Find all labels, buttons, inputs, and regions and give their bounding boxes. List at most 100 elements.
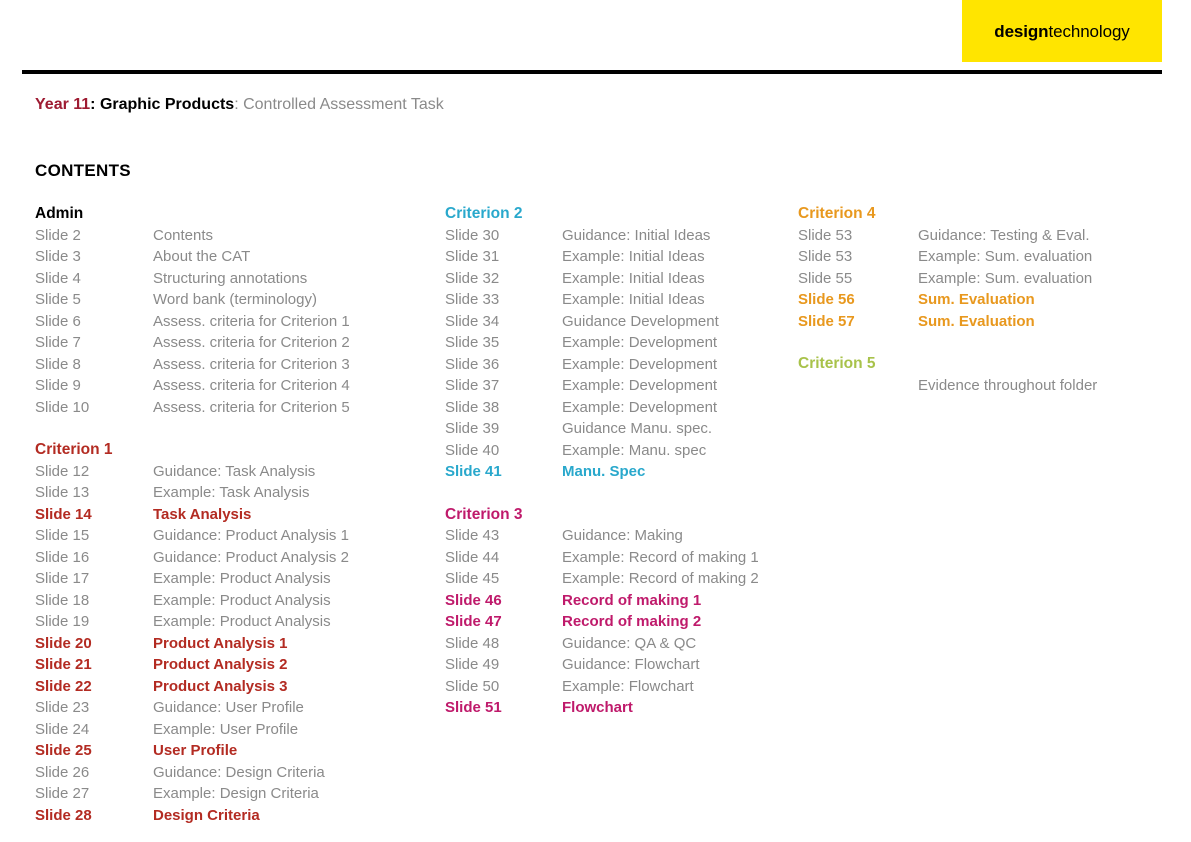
contents-row[interactable]: Evidence throughout folder <box>798 375 1158 397</box>
contents-row[interactable]: Slide 8 Assess. criteria for Criterion 3 <box>35 354 435 376</box>
slide-description: Example: Record of making 1 <box>562 548 759 566</box>
contents-row[interactable]: Slide 34 Guidance Development <box>445 311 795 333</box>
contents-row[interactable]: Slide 4 Structuring annotations <box>35 268 435 290</box>
slide-number: Slide 39 <box>445 420 500 437</box>
slide-description: Product Analysis 2 <box>153 656 288 673</box>
contents-row[interactable]: Slide 13 Example: Task Analysis <box>35 482 435 504</box>
slide-description: Guidance: User Profile <box>153 699 304 716</box>
section-title: Criterion 3 <box>445 505 523 523</box>
contents-row[interactable]: Slide 45 Example: Record of making 2 <box>445 568 795 590</box>
slide-description: Guidance: QA & QC <box>562 634 697 652</box>
slide-description: Product Analysis 1 <box>153 634 288 652</box>
contents-row[interactable]: Slide 18 Example: Product Analysis <box>35 590 435 612</box>
slide-description: Example: Initial Ideas <box>562 248 705 265</box>
contents-row[interactable]: Slide 14 Task Analysis <box>35 504 435 526</box>
contents-row[interactable]: Slide 23 Guidance: User Profile <box>35 697 435 719</box>
contents-row[interactable]: Slide 31 Example: Initial Ideas <box>445 246 795 268</box>
contents-row[interactable]: Slide 48 Guidance: QA & QC <box>445 633 795 655</box>
contents-row[interactable]: Slide 43 Guidance: Making <box>445 525 795 547</box>
contents-row[interactable]: Slide 40 Example: Manu. spec <box>445 440 795 462</box>
slide-number: Slide 25 <box>35 742 92 759</box>
contents-row[interactable]: Slide 47 Record of making 2 <box>445 611 795 633</box>
slide-description: Assess. criteria for Criterion 4 <box>153 377 350 394</box>
slide-number: Slide 5 <box>35 291 81 308</box>
section-title: Criterion 1 <box>35 441 113 458</box>
contents-row[interactable]: Slide 21 Product Analysis 2 <box>35 654 435 676</box>
slide-description: Assess. criteria for Criterion 2 <box>153 334 350 351</box>
slide-description: Product Analysis 3 <box>153 677 288 695</box>
slide-description: Evidence throughout folder <box>918 376 1098 394</box>
contents-row[interactable]: Slide 6 Assess. criteria for Criterion 1 <box>35 311 435 333</box>
section-title: Admin <box>35 205 84 222</box>
contents-row[interactable]: Slide 30 Guidance: Initial Ideas <box>445 225 795 247</box>
contents-row[interactable]: Slide 35 Example: Development <box>445 332 795 354</box>
contents-section: Criterion 2 Slide 30 Guidance: Initial Ide… <box>445 203 795 483</box>
contents-row[interactable]: Slide 27 Example: Design Criteria <box>35 783 435 805</box>
slide-number: Slide 55 <box>798 269 853 287</box>
contents-row[interactable]: Slide 41 Manu. Spec <box>445 461 795 483</box>
title-subject: Graphic Products <box>99 96 235 113</box>
slide-number: Slide 49 <box>445 656 500 673</box>
contents-row[interactable]: Slide 17 Example: Product Analysis <box>35 568 435 590</box>
slide-number: Slide 34 <box>445 312 500 330</box>
contents-row[interactable]: Slide 57 Sum. Evaluation <box>798 311 1158 333</box>
slide-number: Slide 20 <box>35 634 92 652</box>
contents-row[interactable]: Slide 37 Example: Development <box>445 375 795 397</box>
contents-row[interactable]: Slide 3 About the CAT <box>35 246 435 268</box>
contents-row[interactable]: Slide 32 Example: Initial Ideas <box>445 268 795 290</box>
title-task: Controlled Assessment Task <box>243 96 444 113</box>
contents-row[interactable]: Slide 39 Guidance Manu. spec. <box>445 418 795 440</box>
section-title: Criterion 2 <box>445 205 523 222</box>
slide-description: Record of making 1 <box>562 591 702 609</box>
slide-number: Slide 13 <box>35 484 90 501</box>
title-year: Year 11 <box>35 96 91 113</box>
contents-row[interactable]: Slide 50 Example: Flowchart <box>445 676 795 698</box>
slide-description: Example: User Profile <box>153 720 299 738</box>
contents-row[interactable]: Slide 7 Assess. criteria for Criterion 2 <box>35 332 435 354</box>
contents-row[interactable]: Slide 2 Contents <box>35 225 435 247</box>
contents-row[interactable]: Slide 44 Example: Record of making 1 <box>445 547 795 569</box>
contents-row[interactable]: Slide 10 Assess. criteria for Criterion 5 <box>35 397 435 419</box>
slide-number: Slide 21 <box>35 656 92 673</box>
contents-row[interactable]: Slide 5 Word bank (terminology) <box>35 289 435 311</box>
contents-row[interactable]: Slide 36 Example: Development <box>445 354 795 376</box>
contents-row[interactable]: Slide 28 Design Criteria <box>35 805 435 827</box>
slide-description: Guidance: Product Analysis 1 <box>153 527 349 544</box>
slide-description: Example: Sum. evaluation <box>918 269 1093 287</box>
slide-description: Example: Product Analysis <box>153 570 331 587</box>
contents-row[interactable]: Slide 15 Guidance: Product Analysis 1 <box>35 525 435 547</box>
contents-row[interactable]: Slide 46 Record of making 1 <box>445 590 795 612</box>
contents-row[interactable]: Slide 53 Example: Sum. evaluation <box>798 246 1158 268</box>
slide-description: Guidance: Making <box>562 527 683 544</box>
contents-heading: CONTENTS <box>35 161 131 180</box>
slide-number: Slide 36 <box>445 355 500 373</box>
slide-description: Example: Task Analysis <box>153 484 310 501</box>
contents-row[interactable]: Slide 26 Guidance: Design Criteria <box>35 762 435 784</box>
contents-row[interactable]: Slide 16 Guidance: Product Analysis 2 <box>35 547 435 569</box>
slide-number: Slide 4 <box>35 269 81 287</box>
contents-row[interactable]: Slide 22 Product Analysis 3 <box>35 676 435 698</box>
contents-row[interactable]: Slide 38 Example: Development <box>445 397 795 419</box>
contents-row[interactable]: Slide 56 Sum. Evaluation <box>798 289 1158 311</box>
slide-number <box>798 375 918 397</box>
contents-row[interactable]: Slide 33 Example: Initial Ideas <box>445 289 795 311</box>
contents-row[interactable]: Slide 25 User Profile <box>35 740 435 762</box>
contents-row[interactable]: Slide 19 Example: Product Analysis <box>35 611 435 633</box>
slide-number: Slide 19 <box>35 613 90 630</box>
slide-description: Example: Initial Ideas <box>562 269 705 287</box>
slide-description: Record of making 2 <box>562 613 702 630</box>
contents-row[interactable]: Slide 53 Guidance: Testing & Eval. <box>798 225 1158 247</box>
contents-row[interactable]: Slide 55 Example: Sum. evaluation <box>798 268 1158 290</box>
contents-row[interactable]: Slide 20 Product Analysis 1 <box>35 633 435 655</box>
title-year-separator: : <box>90 96 100 113</box>
slide-description: Sum. Evaluation <box>918 312 1035 330</box>
slide-number: Slide 40 <box>445 441 500 459</box>
slide-number: Slide 23 <box>35 699 90 716</box>
contents-row[interactable]: Slide 24 Example: User Profile <box>35 719 435 741</box>
contents-row[interactable]: Slide 9 Assess. criteria for Criterion 4 <box>35 375 435 397</box>
slide-description: Guidance: Product Analysis 2 <box>153 548 349 566</box>
contents-row[interactable]: Slide 51 Flowchart <box>445 697 795 719</box>
contents-row[interactable]: Slide 12 Guidance: Task Analysis <box>35 461 435 483</box>
contents-row[interactable]: Slide 49 Guidance: Flowchart <box>445 654 795 676</box>
slide-description: Manu. Spec <box>562 463 646 480</box>
